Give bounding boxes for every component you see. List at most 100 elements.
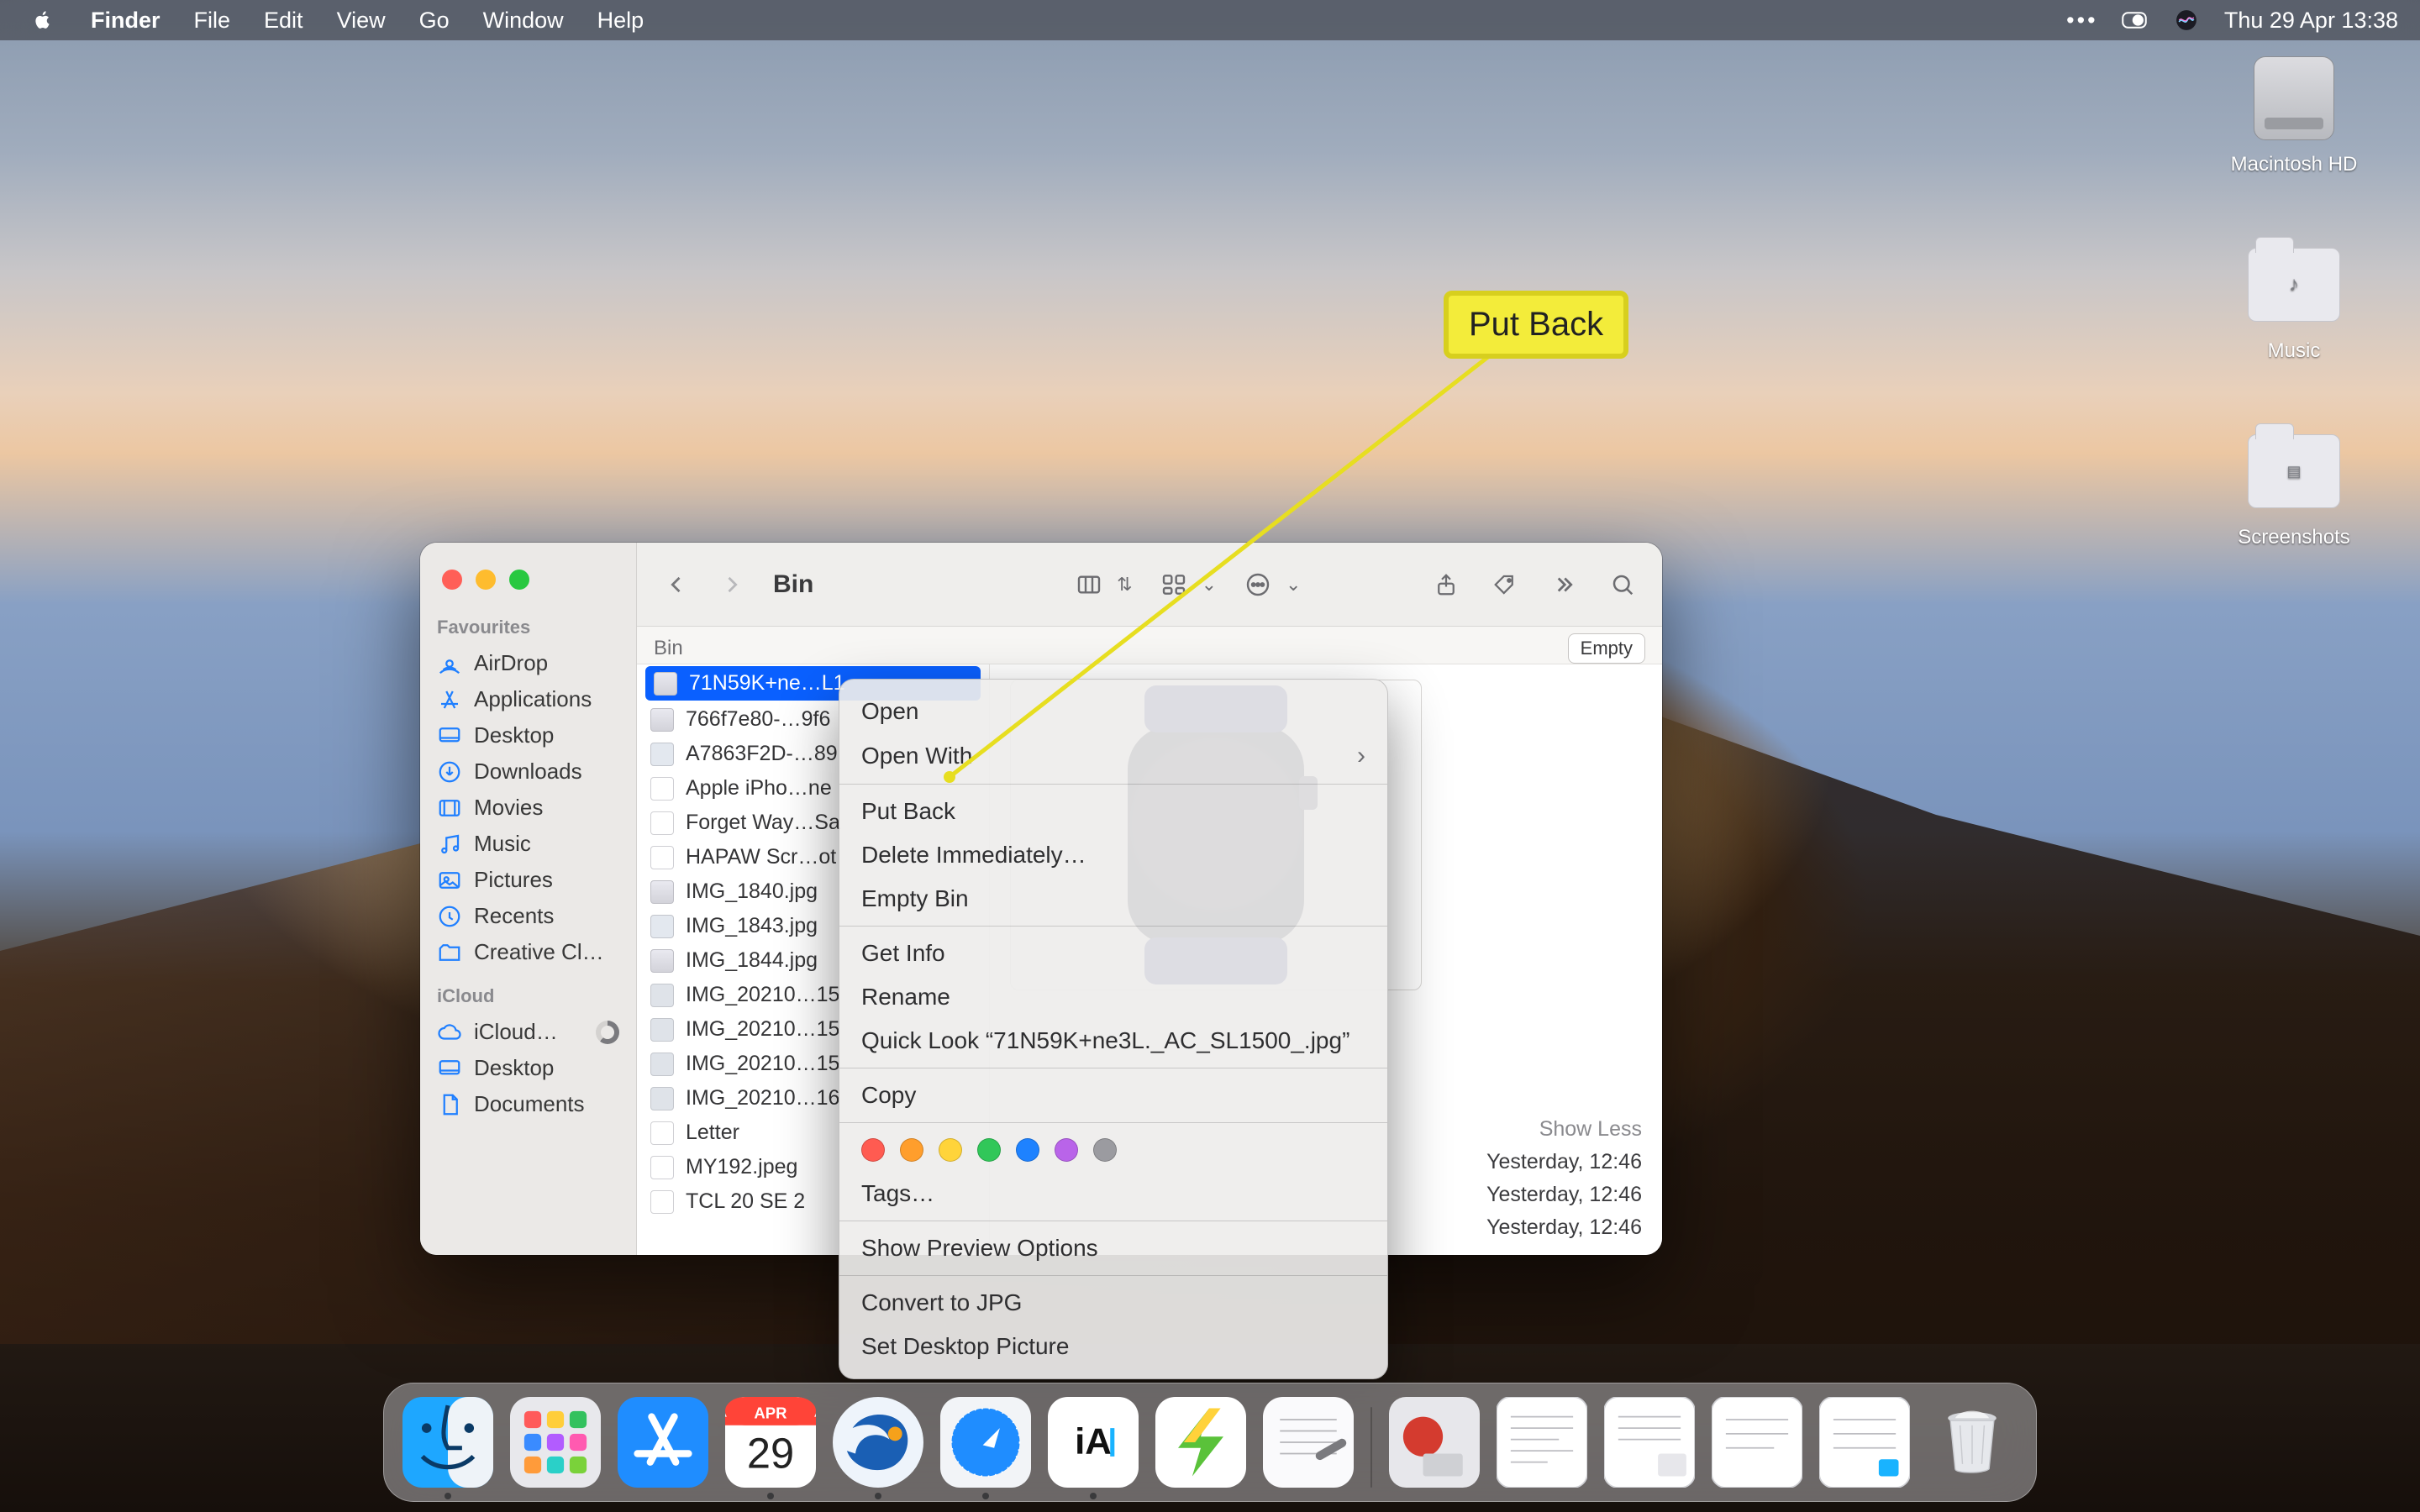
show-less-link[interactable]: Show Less bbox=[1539, 1117, 1642, 1142]
dock-minimized-doc-1[interactable] bbox=[1497, 1397, 1587, 1488]
ctx-sep bbox=[839, 926, 1387, 927]
menubar-app-name[interactable]: Finder bbox=[91, 8, 160, 34]
sidebar-heading-favourites: Favourites bbox=[420, 613, 636, 645]
file-name: Apple iPho…ne bbox=[686, 776, 832, 801]
sidebar-item-pictures[interactable]: Pictures bbox=[420, 862, 636, 898]
dock-minimized-doc-3[interactable] bbox=[1712, 1397, 1802, 1488]
view-columns-icon[interactable] bbox=[1071, 567, 1107, 602]
dock-ia-writer[interactable]: iA bbox=[1048, 1397, 1139, 1488]
file-icon bbox=[650, 1156, 674, 1179]
tags-icon[interactable] bbox=[1487, 567, 1523, 602]
siri-icon[interactable] bbox=[2172, 11, 2201, 29]
sidebar-item-downloads[interactable]: Downloads bbox=[420, 753, 636, 790]
back-button[interactable] bbox=[659, 567, 694, 602]
dock-textedit[interactable] bbox=[1263, 1397, 1354, 1488]
window-traffic-lights bbox=[420, 553, 636, 613]
finder-title: Bin bbox=[773, 570, 813, 599]
sidebar-item-desktop[interactable]: Desktop bbox=[420, 717, 636, 753]
ctx-delete-immediately[interactable]: Delete Immediately… bbox=[839, 833, 1387, 877]
close-button[interactable] bbox=[442, 570, 462, 590]
tag-blue[interactable] bbox=[1016, 1138, 1039, 1162]
ctx-convert-to-jpg[interactable]: Convert to JPG bbox=[839, 1281, 1387, 1325]
sidebar-item-movies[interactable]: Movies bbox=[420, 790, 636, 826]
ctx-show-preview-options[interactable]: Show Preview Options bbox=[839, 1226, 1387, 1270]
sidebar-item-applications[interactable]: Applications bbox=[420, 681, 636, 717]
tag-yellow[interactable] bbox=[939, 1138, 962, 1162]
dock-minimized-doc-4[interactable] bbox=[1819, 1397, 1910, 1488]
file-name: IMG_1840.jpg bbox=[686, 879, 818, 904]
file-name: IMG_20210…15 bbox=[686, 1052, 839, 1076]
tag-green[interactable] bbox=[977, 1138, 1001, 1162]
menu-help[interactable]: Help bbox=[597, 8, 644, 34]
apple-menu-icon[interactable] bbox=[29, 11, 57, 29]
share-icon[interactable] bbox=[1428, 567, 1464, 602]
group-by-icon[interactable] bbox=[1156, 567, 1192, 602]
dock: APR29 iA bbox=[383, 1383, 2037, 1502]
ctx-open-with[interactable]: Open With bbox=[839, 733, 1387, 779]
menu-view[interactable]: View bbox=[337, 8, 386, 34]
ctx-open[interactable]: Open bbox=[839, 690, 1387, 733]
sidebar-item-label: Recents bbox=[474, 903, 554, 929]
fullscreen-button[interactable] bbox=[509, 570, 529, 590]
chevron-down-icon[interactable]: ⌄ bbox=[1202, 574, 1217, 596]
tag-orange[interactable] bbox=[900, 1138, 923, 1162]
desktop-icon-screenshots[interactable]: ▤ Screenshots bbox=[2227, 425, 2361, 549]
control-center-icon[interactable] bbox=[2120, 11, 2149, 29]
dock-launchpad[interactable] bbox=[510, 1397, 601, 1488]
ctx-quick-look[interactable]: Quick Look “71N59K+ne3L._AC_SL1500_.jpg” bbox=[839, 1019, 1387, 1063]
file-icon bbox=[650, 1121, 674, 1145]
sidebar-item-recents[interactable]: Recents bbox=[420, 898, 636, 934]
ctx-rename[interactable]: Rename bbox=[839, 975, 1387, 1019]
dock-trash[interactable] bbox=[1927, 1397, 2018, 1488]
dock-minimized-window-1[interactable] bbox=[1389, 1397, 1480, 1488]
ctx-tags[interactable]: Tags… bbox=[839, 1172, 1387, 1215]
desktop-icon-music[interactable]: ♪ Music bbox=[2227, 239, 2361, 363]
preview-meta-line: Yesterday, 12:46 bbox=[1486, 1183, 1642, 1207]
ctx-sep bbox=[839, 1275, 1387, 1276]
chevron-down-icon[interactable]: ⌄ bbox=[1286, 574, 1301, 596]
sidebar-item-desktop[interactable]: Desktop bbox=[420, 1050, 636, 1086]
forward-button[interactable] bbox=[714, 567, 750, 602]
dock-safari[interactable] bbox=[940, 1397, 1031, 1488]
search-icon[interactable] bbox=[1605, 567, 1640, 602]
desktop-icon-label: Music bbox=[2268, 339, 2321, 363]
menu-extra-overflow-icon[interactable]: ••• bbox=[2068, 11, 2096, 29]
empty-bin-button[interactable]: Empty bbox=[1568, 633, 1645, 664]
finder-sidebar: Favourites AirDropApplicationsDesktopDow… bbox=[420, 543, 637, 1255]
toolbar-overflow-icon[interactable] bbox=[1546, 567, 1581, 602]
action-menu-icon[interactable] bbox=[1240, 567, 1276, 602]
menubar-datetime[interactable]: Thu 29 Apr 13:38 bbox=[2224, 8, 2398, 34]
sidebar-item-documents[interactable]: Documents bbox=[420, 1086, 636, 1122]
menu-go[interactable]: Go bbox=[419, 8, 450, 34]
file-name: IMG_1843.jpg bbox=[686, 914, 818, 938]
ctx-set-desktop-picture[interactable]: Set Desktop Picture bbox=[839, 1325, 1387, 1368]
menu-file[interactable]: File bbox=[194, 8, 231, 34]
sidebar-item-creative-cl-[interactable]: Creative Cl… bbox=[420, 934, 636, 970]
menu-window[interactable]: Window bbox=[483, 8, 564, 34]
ctx-copy[interactable]: Copy bbox=[839, 1074, 1387, 1117]
desktop-icon-macintosh-hd[interactable]: Macintosh HD bbox=[2227, 52, 2361, 176]
path-crumb[interactable]: Bin bbox=[654, 637, 683, 660]
dock-minimized-doc-2[interactable] bbox=[1604, 1397, 1695, 1488]
ctx-put-back[interactable]: Put Back bbox=[839, 790, 1387, 833]
sidebar-item-music[interactable]: Music bbox=[420, 826, 636, 862]
sidebar-item-airdrop[interactable]: AirDrop bbox=[420, 645, 636, 681]
file-icon bbox=[650, 743, 674, 766]
tag-red[interactable] bbox=[861, 1138, 885, 1162]
stack-icon: ▤ bbox=[2249, 435, 2339, 507]
dock-finder[interactable] bbox=[402, 1397, 493, 1488]
sidebar-item-icloud-[interactable]: iCloud… bbox=[420, 1014, 636, 1050]
ctx-empty-bin[interactable]: Empty Bin bbox=[839, 877, 1387, 921]
ctx-get-info[interactable]: Get Info bbox=[839, 932, 1387, 975]
menu-edit[interactable]: Edit bbox=[264, 8, 303, 34]
file-name: HAPAW Scr…ot bbox=[686, 845, 836, 869]
minimize-button[interactable] bbox=[476, 570, 496, 590]
chevron-updown-icon[interactable]: ⇅ bbox=[1117, 574, 1132, 596]
tag-grey[interactable] bbox=[1093, 1138, 1117, 1162]
context-menu: Open Open With Put Back Delete Immediate… bbox=[839, 679, 1388, 1379]
dock-app-store[interactable] bbox=[618, 1397, 708, 1488]
tag-purple[interactable] bbox=[1055, 1138, 1078, 1162]
dock-thunderbird[interactable] bbox=[833, 1397, 923, 1488]
dock-app-green[interactable] bbox=[1155, 1397, 1246, 1488]
dock-calendar[interactable]: APR29 bbox=[725, 1397, 816, 1488]
